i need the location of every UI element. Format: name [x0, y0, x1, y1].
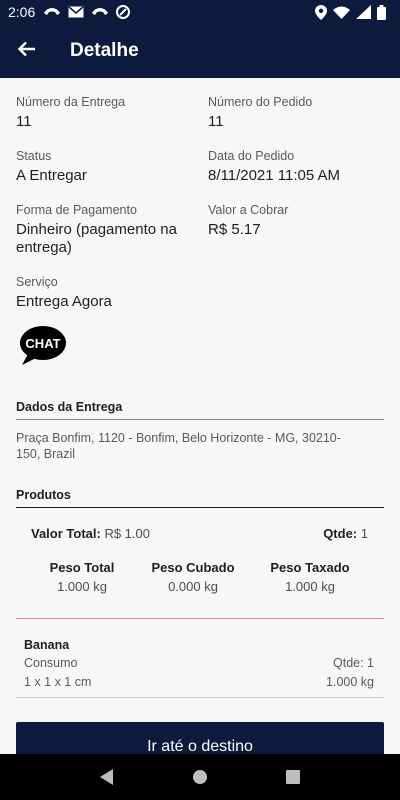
nav-back-icon	[99, 769, 113, 785]
data-pedido-field: Data do Pedido 8/11/2021 11:05 AM	[208, 148, 393, 185]
battery-icon	[377, 4, 386, 20]
location-icon	[315, 4, 327, 20]
divider	[16, 507, 384, 508]
numero-entrega-label: Número da Entrega	[16, 95, 126, 109]
numero-pedido-label: Número do Pedido	[208, 95, 313, 109]
system-nav-bar	[0, 754, 400, 800]
back-button[interactable]	[0, 24, 54, 78]
product-weight: 1.000 kg	[326, 675, 374, 689]
delivery-address: Praça Bonfim, 1120 - Bonfim, Belo Horizo…	[16, 431, 341, 461]
valor-total-label: Valor Total:	[31, 526, 101, 541]
divider	[16, 697, 384, 698]
nav-back-button[interactable]	[87, 757, 127, 797]
product-name: Banana	[24, 638, 70, 652]
peso-cubado-value: 0.000 kg	[168, 579, 218, 594]
forma-pagamento-field: Forma de Pagamento Dinheiro (pagamento n…	[16, 202, 196, 257]
numero-pedido-value: 11	[208, 113, 224, 130]
forma-pagamento-value: Dinheiro (pagamento na entrega)	[16, 221, 177, 256]
list-item: Banana Consumo Qtde: 1 1 x 1 x 1 cm 1.00…	[24, 638, 374, 690]
phone-icon	[91, 4, 109, 20]
mail-icon	[68, 4, 84, 20]
qtde-label: Qtde:	[323, 526, 358, 541]
product-qtde: Qtde: 1	[333, 656, 374, 670]
servico-field: Serviço Entrega Agora	[16, 274, 196, 311]
app-bar: Detalhe	[0, 24, 400, 78]
chat-label: CHAT	[25, 336, 60, 351]
divider	[16, 419, 384, 420]
nav-home-icon	[192, 770, 207, 784]
status-label: Status	[16, 149, 52, 163]
go-to-destination-button[interactable]: Ir até o destino	[16, 722, 384, 754]
peso-taxado-label: Peso Taxado	[270, 560, 350, 575]
dados-entrega-title: Dados da Entrega	[16, 400, 123, 414]
data-pedido-label: Data do Pedido	[208, 149, 295, 163]
back-arrow-icon	[17, 41, 36, 62]
nav-recents-icon	[286, 770, 301, 784]
valor-total: Valor Total: R$ 1.00	[31, 526, 150, 541]
do-not-disturb-icon	[116, 4, 131, 20]
go-to-destination-label: Ir até o destino	[147, 738, 253, 754]
page-title: Detalhe	[70, 40, 139, 61]
chat-bubble-icon: CHAT	[20, 326, 66, 365]
product-category: Consumo	[24, 656, 78, 670]
status-field: Status A Entregar	[16, 148, 196, 185]
forma-pagamento-label: Forma de Pagamento	[16, 203, 137, 217]
produtos-title: Produtos	[16, 488, 71, 502]
valor-cobrar-label: Valor a Cobrar	[208, 203, 289, 217]
valor-cobrar-value: R$ 5.17	[208, 221, 261, 238]
detail-content: Número da Entrega 11 Número do Pedido 11…	[0, 78, 400, 754]
peso-taxado: Peso Taxado 1.000 kg	[260, 560, 360, 595]
numero-entrega-field: Número da Entrega 11	[16, 94, 196, 131]
chat-button[interactable]: CHAT	[16, 323, 70, 369]
wifi-icon	[333, 4, 350, 20]
product-dimensions: 1 x 1 x 1 cm	[24, 675, 92, 689]
status-bar: 2:06	[0, 0, 400, 24]
peso-total: Peso Total 1.000 kg	[32, 560, 132, 595]
divider	[16, 618, 384, 619]
data-pedido-value: 8/11/2021 11:05 AM	[208, 167, 341, 184]
valor-total-value: R$ 1.00	[104, 526, 150, 541]
qtde-total: Qtde: 1	[323, 526, 368, 541]
status-time: 2:06	[8, 4, 36, 20]
servico-label: Serviço	[16, 275, 58, 289]
numero-entrega-value: 11	[16, 113, 32, 130]
signal-icon	[356, 4, 371, 20]
peso-taxado-value: 1.000 kg	[285, 579, 335, 594]
nav-recents-button[interactable]	[273, 757, 313, 797]
status-value: A Entregar	[16, 167, 87, 184]
peso-cubado: Peso Cubado 0.000 kg	[143, 560, 243, 595]
nav-home-button[interactable]	[180, 757, 220, 797]
peso-cubado-label: Peso Cubado	[151, 560, 235, 575]
peso-total-value: 1.000 kg	[57, 579, 107, 594]
valor-cobrar-field: Valor a Cobrar R$ 5.17	[208, 202, 388, 239]
servico-value: Entrega Agora	[16, 293, 112, 310]
numero-pedido-field: Número do Pedido 11	[208, 94, 388, 131]
peso-total-label: Peso Total	[49, 560, 115, 575]
qtde-value: 1	[360, 526, 368, 541]
phone-icon	[43, 4, 61, 20]
produtos-totals: Valor Total: R$ 1.00 Qtde: 1	[0, 526, 400, 550]
